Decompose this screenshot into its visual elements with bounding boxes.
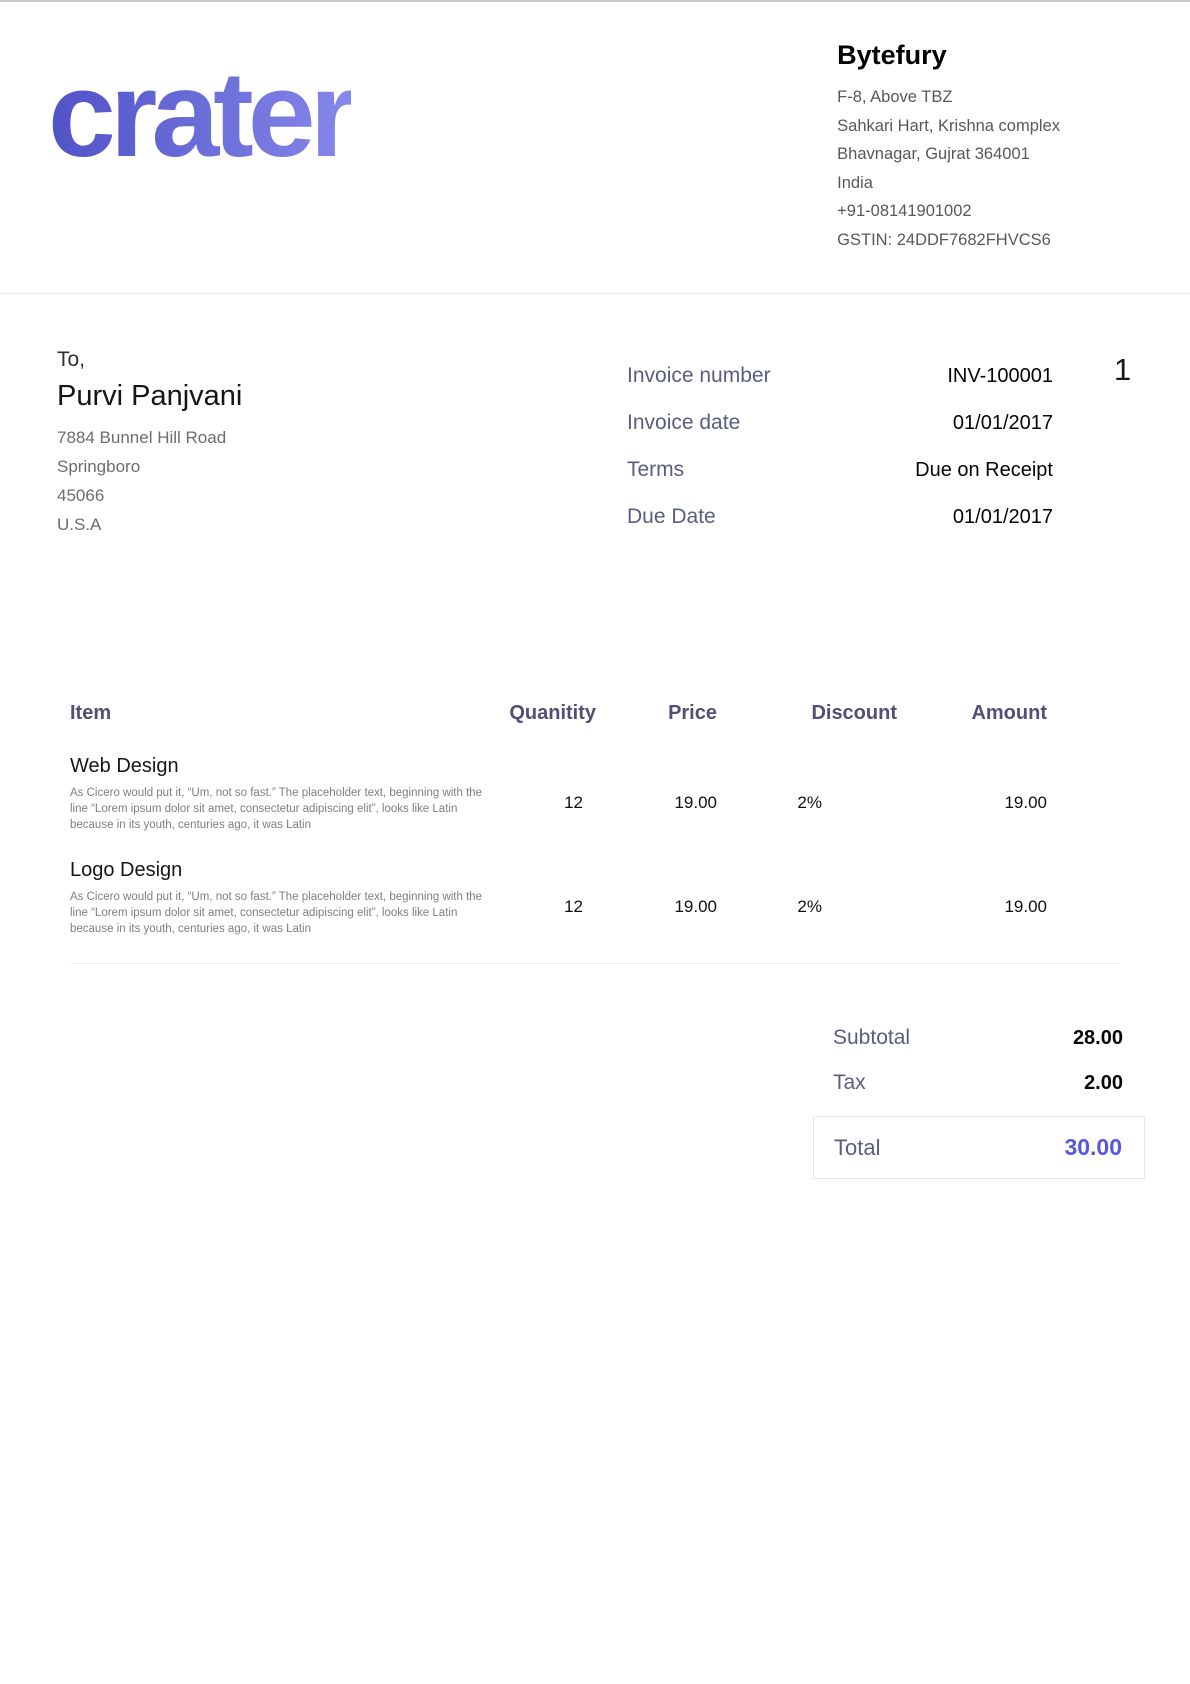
terms-value: Due on Receipt <box>915 459 1053 482</box>
item-name: Logo Design <box>70 859 486 882</box>
terms-label: Terms <box>627 458 684 482</box>
total-label: Total <box>834 1135 880 1161</box>
item-cell: Logo Design As Cicero would put it, “Um,… <box>70 859 486 937</box>
item-price: 19.00 <box>596 859 717 917</box>
item-quantity: 12 <box>486 859 596 917</box>
tax-label: Tax <box>833 1071 866 1095</box>
item-quantity: 12 <box>486 755 596 813</box>
column-header-quantity: Quanitity <box>486 702 596 725</box>
item-price: 19.00 <box>596 755 717 813</box>
bill-to-label: To, <box>57 348 242 372</box>
invoice-number-row: Invoice number INV-100001 <box>627 364 1053 388</box>
due-date-row: Due Date 01/01/2017 <box>627 505 1053 529</box>
company-address-line: F-8, Above TBZ <box>837 83 1060 112</box>
company-info: Bytefury F-8, Above TBZ Sahkari Hart, Kr… <box>837 40 1060 254</box>
customer-address-line: 45066 <box>57 481 242 510</box>
total-value: 30.00 <box>1064 1134 1122 1161</box>
totals-section: Subtotal 28.00 Tax 2.00 Total 30.00 <box>813 1026 1145 1179</box>
invoice-number-value: INV-100001 <box>947 365 1053 388</box>
table-row: Web Design As Cicero would put it, “Um, … <box>70 755 1047 833</box>
invoice-date-label: Invoice date <box>627 411 740 435</box>
tax-row: Tax 2.00 <box>813 1071 1145 1095</box>
tax-value: 2.00 <box>1084 1072 1123 1095</box>
company-address-line: India <box>837 169 1060 198</box>
due-date-value: 01/01/2017 <box>953 506 1053 529</box>
company-phone: +91-08141901002 <box>837 197 1060 226</box>
bill-to-block: To, Purvi Panjvani 7884 Bunnel Hill Road… <box>57 348 242 552</box>
company-address: F-8, Above TBZ Sahkari Hart, Krishna com… <box>837 83 1060 254</box>
invoice-date-value: 01/01/2017 <box>953 412 1053 435</box>
invoice-number-label: Invoice number <box>627 364 771 388</box>
page-marker: 1 <box>1114 352 1131 388</box>
table-divider <box>70 963 1120 964</box>
invoice-page: crater Bytefury F-8, Above TBZ Sahkari H… <box>0 0 1190 1684</box>
customer-address-line: U.S.A <box>57 510 242 539</box>
invoice-header: crater Bytefury F-8, Above TBZ Sahkari H… <box>0 2 1190 294</box>
customer-address-line: Springboro <box>57 452 242 481</box>
total-box: Total 30.00 <box>813 1116 1145 1179</box>
column-header-price: Price <box>596 702 717 725</box>
column-header-item: Item <box>70 702 486 725</box>
invoice-date-row: Invoice date 01/01/2017 <box>627 411 1053 435</box>
column-header-amount: Amount <box>897 702 1047 725</box>
crater-logo: crater <box>48 60 351 170</box>
item-cell: Web Design As Cicero would put it, “Um, … <box>70 755 486 833</box>
customer-address-line: 7884 Bunnel Hill Road <box>57 423 242 452</box>
invoice-meta: Invoice number INV-100001 Invoice date 0… <box>627 364 1053 552</box>
item-discount: 2% <box>717 859 897 917</box>
company-address-line: Bhavnagar, Gujrat 364001 <box>837 140 1060 169</box>
table-row: Logo Design As Cicero would put it, “Um,… <box>70 859 1047 937</box>
terms-row: Terms Due on Receipt <box>627 458 1053 482</box>
customer-address: 7884 Bunnel Hill Road Springboro 45066 U… <box>57 423 242 539</box>
item-description: As Cicero would put it, “Um, not so fast… <box>70 889 486 937</box>
column-header-discount: Discount <box>717 702 897 725</box>
item-description: As Cicero would put it, “Um, not so fast… <box>70 785 486 833</box>
item-amount: 19.00 <box>897 755 1047 813</box>
company-gstin: GSTIN: 24DDF7682FHVCS6 <box>837 226 1060 255</box>
customer-name: Purvi Panjvani <box>57 380 242 413</box>
items-table: Item Quanitity Price Discount Amount Web… <box>0 552 1190 964</box>
due-date-label: Due Date <box>627 505 716 529</box>
subtotal-value: 28.00 <box>1073 1027 1123 1050</box>
subtotal-row: Subtotal 28.00 <box>813 1026 1145 1050</box>
items-table-header: Item Quanitity Price Discount Amount <box>70 702 1047 725</box>
item-name: Web Design <box>70 755 486 778</box>
company-name: Bytefury <box>837 40 1060 71</box>
billing-section: To, Purvi Panjvani 7884 Bunnel Hill Road… <box>0 294 1190 552</box>
item-amount: 19.00 <box>897 859 1047 917</box>
item-discount: 2% <box>717 755 897 813</box>
company-address-line: Sahkari Hart, Krishna complex <box>837 112 1060 141</box>
subtotal-label: Subtotal <box>833 1026 910 1050</box>
